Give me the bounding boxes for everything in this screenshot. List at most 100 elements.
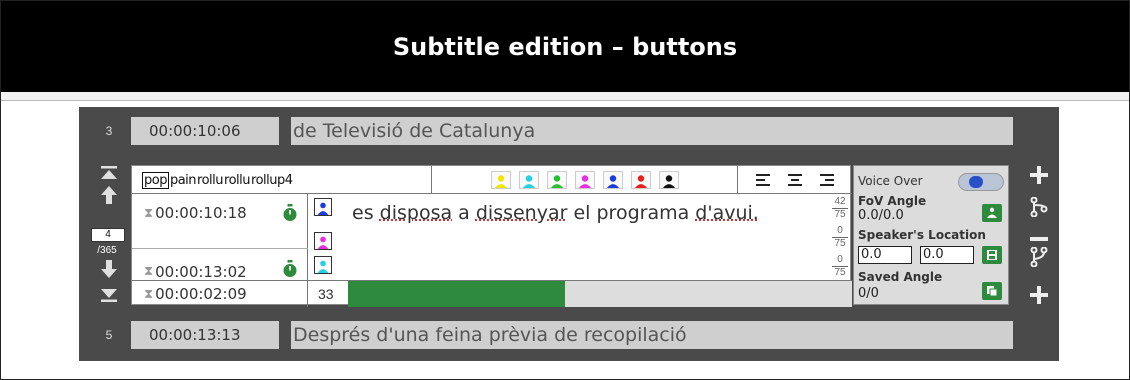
plus-icon [1030, 166, 1048, 184]
char-count: 0 75 [832, 225, 848, 250]
line-speaker-buttons [308, 194, 332, 278]
hourglass-icon: ⧗ [144, 286, 154, 302]
previous-subtitle-button[interactable] [95, 185, 123, 208]
speaker-color-button[interactable] [518, 171, 539, 189]
speaker-color-button[interactable] [630, 171, 651, 189]
saved-angle-label: Saved Angle [858, 270, 943, 284]
copy-angle-button[interactable] [982, 282, 1002, 300]
bottom-arrow-icon [101, 289, 117, 302]
char-count: 0 75 [832, 254, 848, 279]
copy-icon [987, 286, 998, 297]
duration-row: ⧗ 00:00:02:09 33 [132, 280, 852, 307]
line-speaker-button[interactable] [314, 256, 332, 274]
speaker-person-icon [317, 236, 329, 249]
merge-subtitle-button[interactable] [1027, 246, 1051, 272]
subtitle-index-input[interactable]: 4 [91, 228, 125, 242]
timer-icon[interactable] [282, 204, 298, 222]
fov-angle-label: FoV Angle [858, 194, 927, 208]
save-icon [987, 250, 997, 260]
top-arrow-icon [101, 166, 117, 179]
row-number: 3 [105, 124, 113, 138]
caption-mode-buttons: pop pain rollu rollu rollup4 [132, 166, 432, 194]
slide-frame: Subtitle edition – buttons 3 00:00:10:06… [0, 0, 1130, 380]
align-right-icon [820, 174, 834, 186]
char-count-used: 42 [832, 196, 848, 209]
char-count-max: 75 [834, 209, 846, 220]
row-timecode[interactable]: 00:00:10:06 [131, 117, 279, 145]
add-subtitle-after-button[interactable] [1027, 285, 1051, 310]
down-arrow-icon [101, 260, 117, 278]
last-subtitle-button[interactable] [95, 287, 123, 306]
subtitle-word: programa [596, 202, 690, 224]
duration-value: 00:00:02:09 [155, 285, 247, 303]
time-out-row: ⧗ 00:00:13:02 [132, 248, 308, 281]
time-out-value[interactable]: 00:00:13:02 [155, 263, 247, 281]
time-in-value[interactable]: 00:00:10:18 [155, 204, 247, 222]
timer-icon[interactable] [282, 260, 298, 278]
delete-subtitle-button[interactable] [1027, 225, 1051, 249]
mode-paint-button[interactable]: pain [170, 173, 197, 188]
speaker-color-buttons [432, 166, 738, 194]
next-subtitle-button[interactable] [95, 259, 123, 282]
location-y-input[interactable]: 0.0 [920, 246, 974, 264]
speaker-person-icon [662, 175, 675, 188]
align-right-button[interactable] [816, 171, 838, 189]
speaker-location-label: Speaker's Location [858, 228, 986, 242]
speaker-color-button[interactable] [658, 171, 679, 189]
char-count-max: 75 [834, 238, 846, 249]
mode-pop-button[interactable]: pop [142, 171, 169, 189]
time-in-row: ⧗ 00:00:10:18 [132, 204, 308, 222]
location-x-input[interactable]: 0.0 [858, 246, 912, 264]
mode-rollup4-button[interactable]: rollup4 [251, 173, 293, 188]
speaker-person-icon [317, 202, 329, 215]
first-subtitle-button[interactable] [95, 165, 123, 184]
plus-icon [1030, 286, 1048, 304]
speaker-color-button[interactable] [490, 171, 511, 189]
align-center-icon [788, 174, 802, 186]
title-separator [1, 92, 1129, 101]
angle-side-panel: Voice Over FoV Angle 0.0/0.0 Speaker's L… [853, 165, 1009, 305]
saved-angle-value: 0/0 [858, 286, 879, 301]
char-count-used: 0 [832, 254, 848, 267]
up-arrow-icon [101, 186, 117, 204]
speaker-person-icon [578, 175, 591, 188]
hourglass-icon: ⧗ [144, 264, 154, 279]
voice-over-toggle[interactable] [958, 173, 1004, 191]
char-count: 42 75 [832, 196, 848, 221]
line-speaker-button[interactable] [314, 198, 332, 216]
reading-speed: 33 [318, 286, 334, 302]
add-subtitle-before-button[interactable] [1027, 165, 1051, 190]
fov-angle-value: 0.0/0.0 [858, 208, 904, 223]
set-fov-button[interactable] [982, 204, 1002, 222]
row-text[interactable]: Després d'una feina prèvia de recopilaci… [291, 321, 1013, 349]
align-left-button[interactable] [752, 171, 774, 189]
subtitle-editor: pop pain rollu rollu rollup4 ⧗ 00:00:10:… [131, 165, 852, 307]
align-center-button[interactable] [784, 171, 806, 189]
speaker-person-icon [634, 175, 647, 188]
row-text[interactable]: de Televisió de Catalunya [291, 117, 1013, 145]
mode-rollup3-button[interactable]: rollu [224, 173, 250, 188]
character-counts: 42 75 0 75 0 75 [832, 196, 848, 283]
speaker-person-icon [606, 175, 619, 188]
subtitle-text[interactable]: es disposa a dissenyar el programa d'avu… [352, 202, 759, 224]
char-count-max: 75 [834, 267, 846, 278]
speaker-person-icon [317, 260, 329, 273]
subtitle-editor-panel: 3 00:00:10:06 de Televisió de Catalunya … [79, 107, 1059, 361]
mode-rollup2-button[interactable]: rollu [197, 173, 223, 188]
subtitle-word: dissenyar [475, 202, 568, 224]
minus-icon [1030, 237, 1048, 241]
save-location-button[interactable] [982, 246, 1002, 264]
subtitle-word: d'avui. [695, 202, 759, 224]
line-speaker-button[interactable] [314, 232, 332, 250]
editor-toolbar: pop pain rollu rollu rollup4 [132, 166, 852, 194]
speaker-person-icon [494, 175, 507, 188]
subtitle-total: /365 [97, 245, 117, 256]
hourglass-icon: ⧗ [144, 205, 154, 221]
compass-icon [969, 176, 983, 188]
speaker-color-button[interactable] [574, 171, 595, 189]
speaker-color-button[interactable] [546, 171, 567, 189]
split-subtitle-button[interactable] [1027, 196, 1051, 222]
speaker-color-button[interactable] [602, 171, 623, 189]
subtitle-word: el [573, 202, 591, 224]
row-timecode[interactable]: 00:00:13:13 [131, 321, 279, 349]
